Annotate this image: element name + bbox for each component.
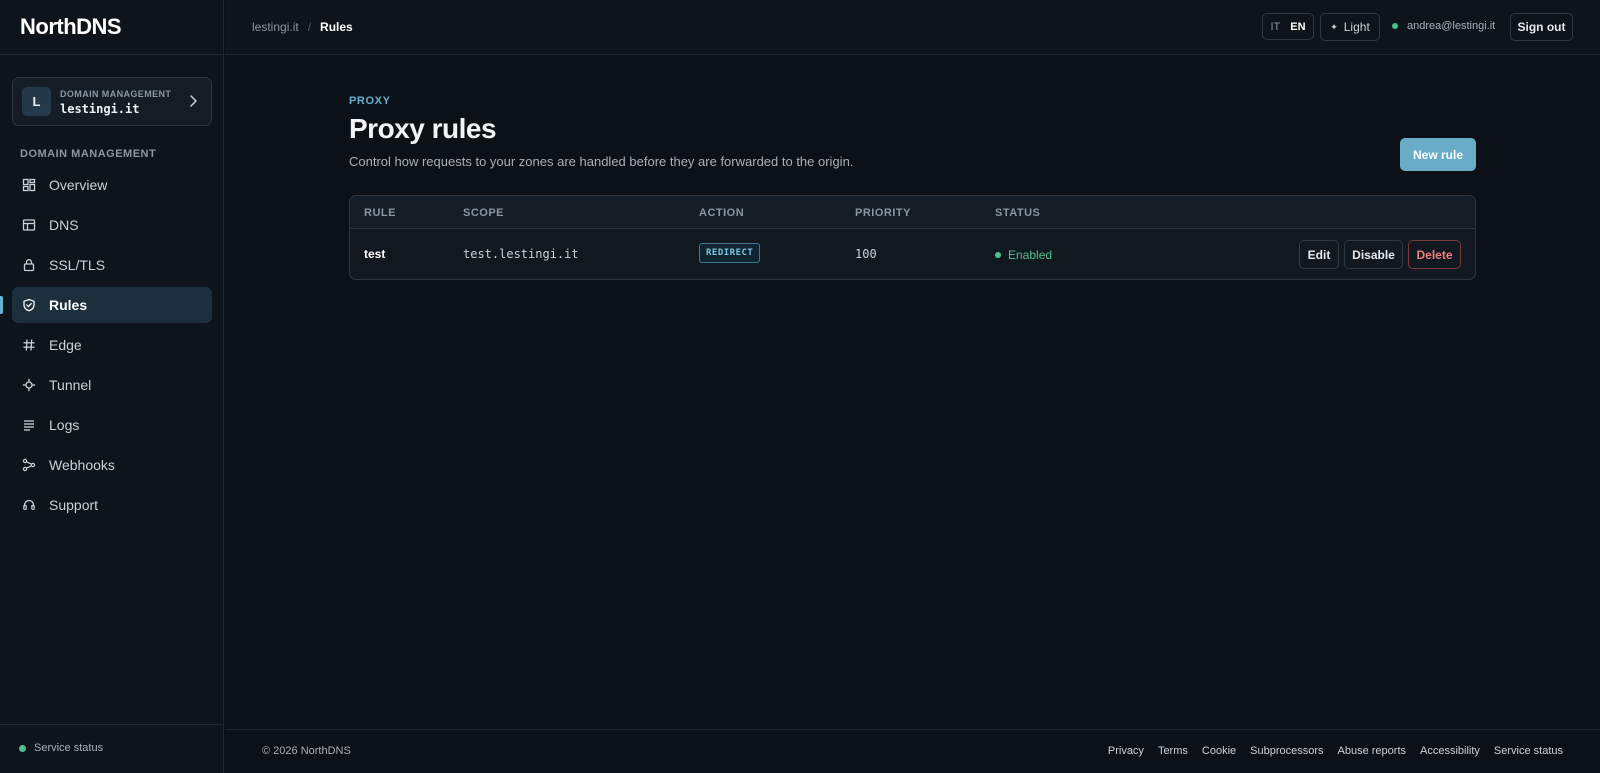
delete-button[interactable]: Delete xyxy=(1408,240,1461,269)
status-badge: Enabled xyxy=(995,248,1052,262)
footer-link-accessibility[interactable]: Accessibility xyxy=(1420,745,1480,757)
page-kicker: PROXY xyxy=(349,95,391,107)
breadcrumb: lestingi.it / Rules xyxy=(252,20,353,34)
rules-table: RULE SCOPE ACTION PRIORITY STATUS test t… xyxy=(349,195,1476,280)
sidebar-item-overview[interactable]: Overview xyxy=(12,167,212,203)
footer-link-privacy[interactable]: Privacy xyxy=(1108,745,1144,757)
sidebar-item-label: SSL/TLS xyxy=(49,257,106,273)
language-option-it[interactable]: IT xyxy=(1265,21,1285,33)
lock-icon xyxy=(22,258,36,272)
sidebar-nav: Overview DNS SSL/TLS Rules Edge Tunnel L… xyxy=(0,167,212,527)
new-rule-button[interactable]: New rule xyxy=(1400,138,1476,171)
sidebar-item-logs[interactable]: Logs xyxy=(12,407,212,443)
action-badge: REDIRECT xyxy=(699,243,761,263)
sidebar-item-label: Rules xyxy=(49,297,88,313)
rule-priority: 100 xyxy=(855,247,877,261)
footer-link-service-status[interactable]: Service status xyxy=(1494,745,1563,757)
sidebar-item-label: Overview xyxy=(49,177,108,193)
footer-links: Privacy Terms Cookie Subprocessors Abuse… xyxy=(1094,745,1563,757)
domain-name: lestingi.it xyxy=(60,102,140,116)
sign-out-button[interactable]: Sign out xyxy=(1510,13,1573,41)
table-row[interactable]: test test.lestingi.it REDIRECT 100 Enabl… xyxy=(350,229,1475,279)
service-status-label: Service status xyxy=(34,742,104,754)
online-status-dot xyxy=(1392,23,1398,29)
domain-avatar: L xyxy=(22,87,51,116)
domain-switcher[interactable]: L DOMAIN MANAGEMENT lestingi.it xyxy=(12,77,212,126)
hash-icon xyxy=(22,338,36,352)
edit-button[interactable]: Edit xyxy=(1299,240,1339,269)
shield-icon xyxy=(22,298,36,312)
column-header-priority: PRIORITY xyxy=(855,207,911,219)
headset-icon xyxy=(22,498,36,512)
footer-link-subprocessors[interactable]: Subprocessors xyxy=(1250,745,1323,757)
sidebar-item-label: Tunnel xyxy=(49,377,92,393)
divider xyxy=(0,724,224,725)
footer-link-abuse-reports[interactable]: Abuse reports xyxy=(1338,745,1406,757)
sidebar-item-webhooks[interactable]: Webhooks xyxy=(12,447,212,483)
sidebar-item-ssl-tls[interactable]: SSL/TLS xyxy=(12,247,212,283)
rule-scope: test.lestingi.it xyxy=(463,247,579,261)
table-header: RULE SCOPE ACTION PRIORITY STATUS xyxy=(350,196,1475,229)
column-header-scope: SCOPE xyxy=(463,207,505,219)
sidebar-item-dns[interactable]: DNS xyxy=(12,207,212,243)
breadcrumb-current: Rules xyxy=(320,20,353,34)
lines-icon xyxy=(22,418,36,432)
column-header-action: ACTION xyxy=(699,207,745,219)
share-icon xyxy=(22,458,36,472)
column-header-rule: RULE xyxy=(364,207,396,219)
sidebar-item-support[interactable]: Support xyxy=(12,487,212,523)
table-icon xyxy=(22,218,36,232)
domain-kicker: DOMAIN MANAGEMENT xyxy=(60,89,172,99)
sidebar-item-label: DNS xyxy=(49,217,79,233)
breadcrumb-domain-link[interactable]: lestingi.it xyxy=(252,20,299,34)
sidebar-item-label: Edge xyxy=(49,337,82,353)
sidebar: NorthDNS L DOMAIN MANAGEMENT lestingi.it… xyxy=(0,0,224,773)
topbar: lestingi.it / Rules IT EN ✦ Light andrea… xyxy=(225,0,1600,55)
rule-name: test xyxy=(364,247,386,261)
sidebar-item-label: Support xyxy=(49,497,99,513)
copyright: © 2026 NorthDNS xyxy=(262,745,351,757)
status-dot xyxy=(19,744,26,752)
divider xyxy=(225,729,1600,730)
brand-logo[interactable]: NorthDNS xyxy=(20,14,122,40)
status-dot xyxy=(995,252,1001,258)
grid-icon xyxy=(22,178,36,192)
user-email: andrea@lestingi.it xyxy=(1407,20,1496,32)
language-switcher: IT EN xyxy=(1262,13,1314,40)
nav-section-heading: DOMAIN MANAGEMENT xyxy=(20,148,157,160)
status-label: Enabled xyxy=(1008,248,1053,262)
crosshair-icon xyxy=(22,378,36,392)
divider xyxy=(0,54,224,55)
page-title: Proxy rules xyxy=(349,113,497,144)
language-option-en[interactable]: EN xyxy=(1285,21,1310,33)
sidebar-item-edge[interactable]: Edge xyxy=(12,327,212,363)
sidebar-service-status[interactable]: Service status xyxy=(19,742,103,754)
sidebar-item-label: Webhooks xyxy=(49,457,115,473)
user-account: andrea@lestingi.it xyxy=(1392,20,1495,32)
breadcrumb-separator: / xyxy=(307,20,312,34)
disable-button[interactable]: Disable xyxy=(1344,240,1403,269)
sun-icon: ✦ xyxy=(1330,21,1338,32)
sidebar-item-rules[interactable]: Rules xyxy=(0,287,212,323)
theme-toggle-button[interactable]: ✦ Light xyxy=(1320,13,1380,41)
footer-link-cookie[interactable]: Cookie xyxy=(1202,745,1236,757)
page-subtitle: Control how requests to your zones are h… xyxy=(349,154,854,169)
chevron-right-icon xyxy=(190,95,197,107)
column-header-status: STATUS xyxy=(995,207,1041,219)
sidebar-item-tunnel[interactable]: Tunnel xyxy=(12,367,212,403)
theme-toggle-label: Light xyxy=(1343,20,1370,34)
sidebar-item-label: Logs xyxy=(49,417,80,433)
footer-link-terms[interactable]: Terms xyxy=(1158,745,1188,757)
